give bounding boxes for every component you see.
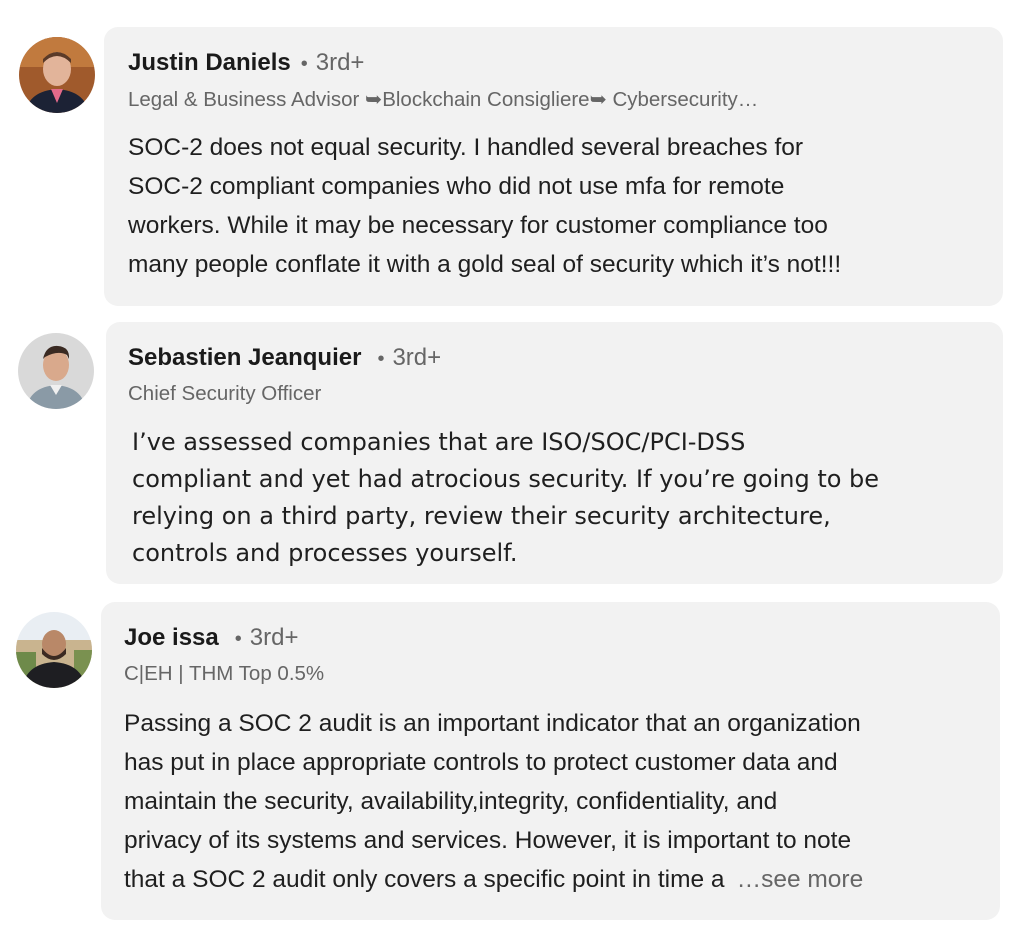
comment-card: Joe issa • 3rd+ C|EH | THM Top 0.5% Pass… bbox=[101, 602, 1000, 920]
author-headline: Chief Security Officer bbox=[128, 382, 322, 405]
comment-text-line: relying on a third party, review their s… bbox=[132, 502, 831, 530]
comment-text-line: that a SOC 2 audit only covers a specifi… bbox=[124, 866, 725, 893]
comment-text-line: maintain the security, availability,inte… bbox=[124, 788, 778, 815]
connection-degree: 3rd+ bbox=[315, 49, 365, 76]
comment-body: I’ve assessed companies that are ISO/SOC… bbox=[128, 424, 1003, 572]
author-headline: C|EH | THM Top 0.5% bbox=[124, 662, 325, 685]
connection-degree: 3rd+ bbox=[249, 624, 299, 651]
author-name[interactable]: Justin Daniels bbox=[128, 49, 291, 77]
author-name[interactable]: Sebastien Jeanquier bbox=[128, 344, 361, 372]
separator-dot: • bbox=[377, 348, 385, 370]
author-headline: Legal & Business Advisor ➥Blockchain Con… bbox=[128, 88, 759, 111]
comment-text-line: has put in place appropriate controls to… bbox=[124, 749, 838, 776]
connection-degree: 3rd+ bbox=[392, 344, 442, 371]
avatar[interactable] bbox=[16, 612, 92, 688]
comment-card: Justin Daniels • 3rd+ Legal & Business A… bbox=[104, 27, 1003, 306]
comment-header: Joe issa • 3rd+ bbox=[124, 624, 1000, 652]
avatar[interactable] bbox=[18, 333, 94, 409]
comment-body: Passing a SOC 2 audit is an important in… bbox=[124, 704, 1000, 899]
comment-card: Sebastien Jeanquier • 3rd+ Chief Securit… bbox=[106, 322, 1003, 584]
separator-dot: • bbox=[234, 628, 242, 650]
comment-text-line: workers. While it may be necessary for c… bbox=[128, 212, 828, 239]
comment-header: Sebastien Jeanquier • 3rd+ bbox=[128, 344, 1003, 372]
comment-header: Justin Daniels • 3rd+ bbox=[128, 49, 1003, 77]
see-more-link[interactable]: …see more bbox=[737, 860, 864, 899]
comment-text-line: privacy of its systems and services. How… bbox=[124, 827, 852, 854]
comment-text-line: controls and processes yourself. bbox=[132, 539, 518, 567]
truncated-line: that a SOC 2 audit only covers a specifi… bbox=[124, 860, 1000, 899]
comment-text-line: many people conflate it with a gold seal… bbox=[128, 251, 842, 278]
comment-text-line: SOC-2 does not equal security. I handled… bbox=[128, 134, 804, 161]
author-name[interactable]: Joe issa bbox=[124, 624, 219, 652]
avatar[interactable] bbox=[19, 37, 95, 113]
comment-body: SOC-2 does not equal security. I handled… bbox=[128, 128, 1003, 284]
comment-text-line: I’ve assessed companies that are ISO/SOC… bbox=[132, 428, 746, 456]
comment-text-line: compliant and yet had atrocious security… bbox=[132, 465, 880, 493]
comment-text-line: Passing a SOC 2 audit is an important in… bbox=[124, 710, 861, 737]
comment-text-line: SOC-2 compliant companies who did not us… bbox=[128, 173, 785, 200]
separator-dot: • bbox=[300, 53, 308, 75]
